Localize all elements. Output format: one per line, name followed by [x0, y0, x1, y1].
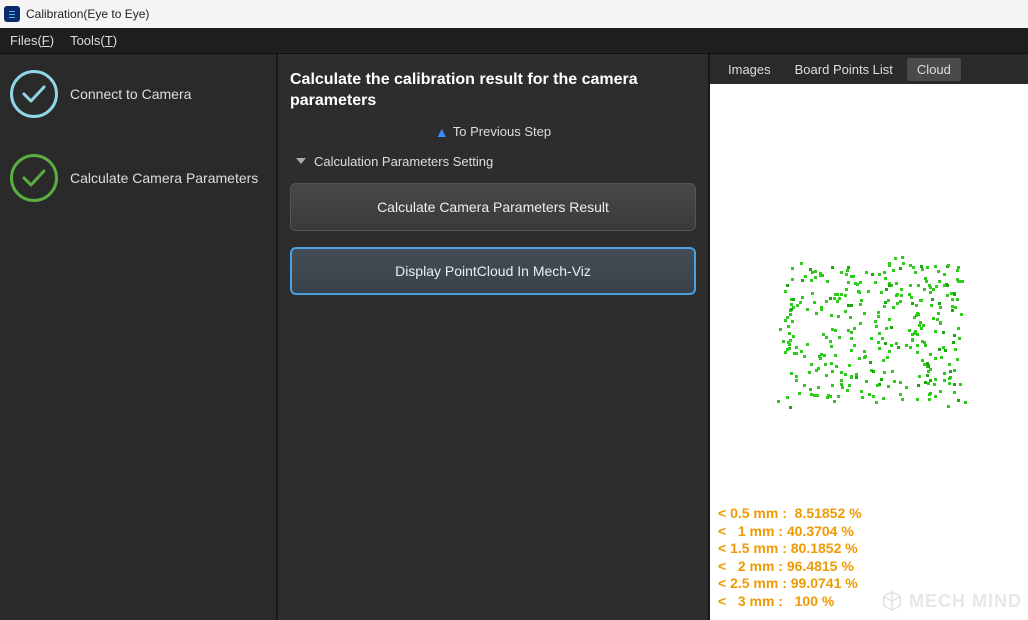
display-pointcloud-button[interactable]: Display PointCloud In Mech-Viz: [290, 247, 696, 295]
menubar: Files(F) Tools(T): [0, 28, 1028, 54]
accuracy-stats: < 0.5 mm : 8.51852 % < 1 mm : 40.3704 % …: [718, 505, 862, 610]
menu-tools[interactable]: Tools(T): [70, 33, 117, 48]
center-panel: Calculate the calibration result for the…: [278, 54, 710, 620]
step-connect-camera[interactable]: Connect to Camera: [10, 70, 266, 118]
main-area: Connect to Camera Calculate Camera Param…: [0, 54, 1028, 620]
steps-sidebar: Connect to Camera Calculate Camera Param…: [0, 54, 278, 620]
right-panel: Images Board Points List Cloud < 0.5 mm …: [710, 54, 1028, 620]
check-circle-icon: [10, 154, 58, 202]
step-calculate-parameters[interactable]: Calculate Camera Parameters: [10, 154, 266, 202]
tab-images[interactable]: Images: [718, 58, 781, 81]
window-title: Calibration(Eye to Eye): [26, 7, 149, 21]
section-calc-params[interactable]: Calculation Parameters Setting: [296, 154, 696, 169]
chevron-up-icon: ▲: [435, 124, 449, 140]
step-label: Calculate Camera Parameters: [70, 170, 258, 186]
to-previous-step[interactable]: ▲ To Previous Step: [290, 124, 696, 140]
section-title: Calculation Parameters Setting: [314, 154, 493, 169]
triangle-down-icon: [296, 158, 306, 164]
pointcloud-viewer[interactable]: < 0.5 mm : 8.51852 % < 1 mm : 40.3704 % …: [710, 84, 1028, 620]
app-icon: [4, 6, 20, 22]
check-circle-icon: [10, 70, 58, 118]
menu-files[interactable]: Files(F): [10, 33, 54, 48]
calculate-result-button[interactable]: Calculate Camera Parameters Result: [290, 183, 696, 231]
step-label: Connect to Camera: [70, 86, 191, 102]
previous-step-label: To Previous Step: [453, 124, 551, 139]
titlebar: Calibration(Eye to Eye): [0, 0, 1028, 28]
watermark: MECH MIND: [881, 590, 1022, 612]
right-tabs: Images Board Points List Cloud: [710, 54, 1028, 84]
tab-cloud[interactable]: Cloud: [907, 58, 961, 81]
page-title: Calculate the calibration result for the…: [290, 70, 696, 112]
tab-board-points-list[interactable]: Board Points List: [785, 58, 903, 81]
pointcloud-dots: [775, 256, 965, 406]
